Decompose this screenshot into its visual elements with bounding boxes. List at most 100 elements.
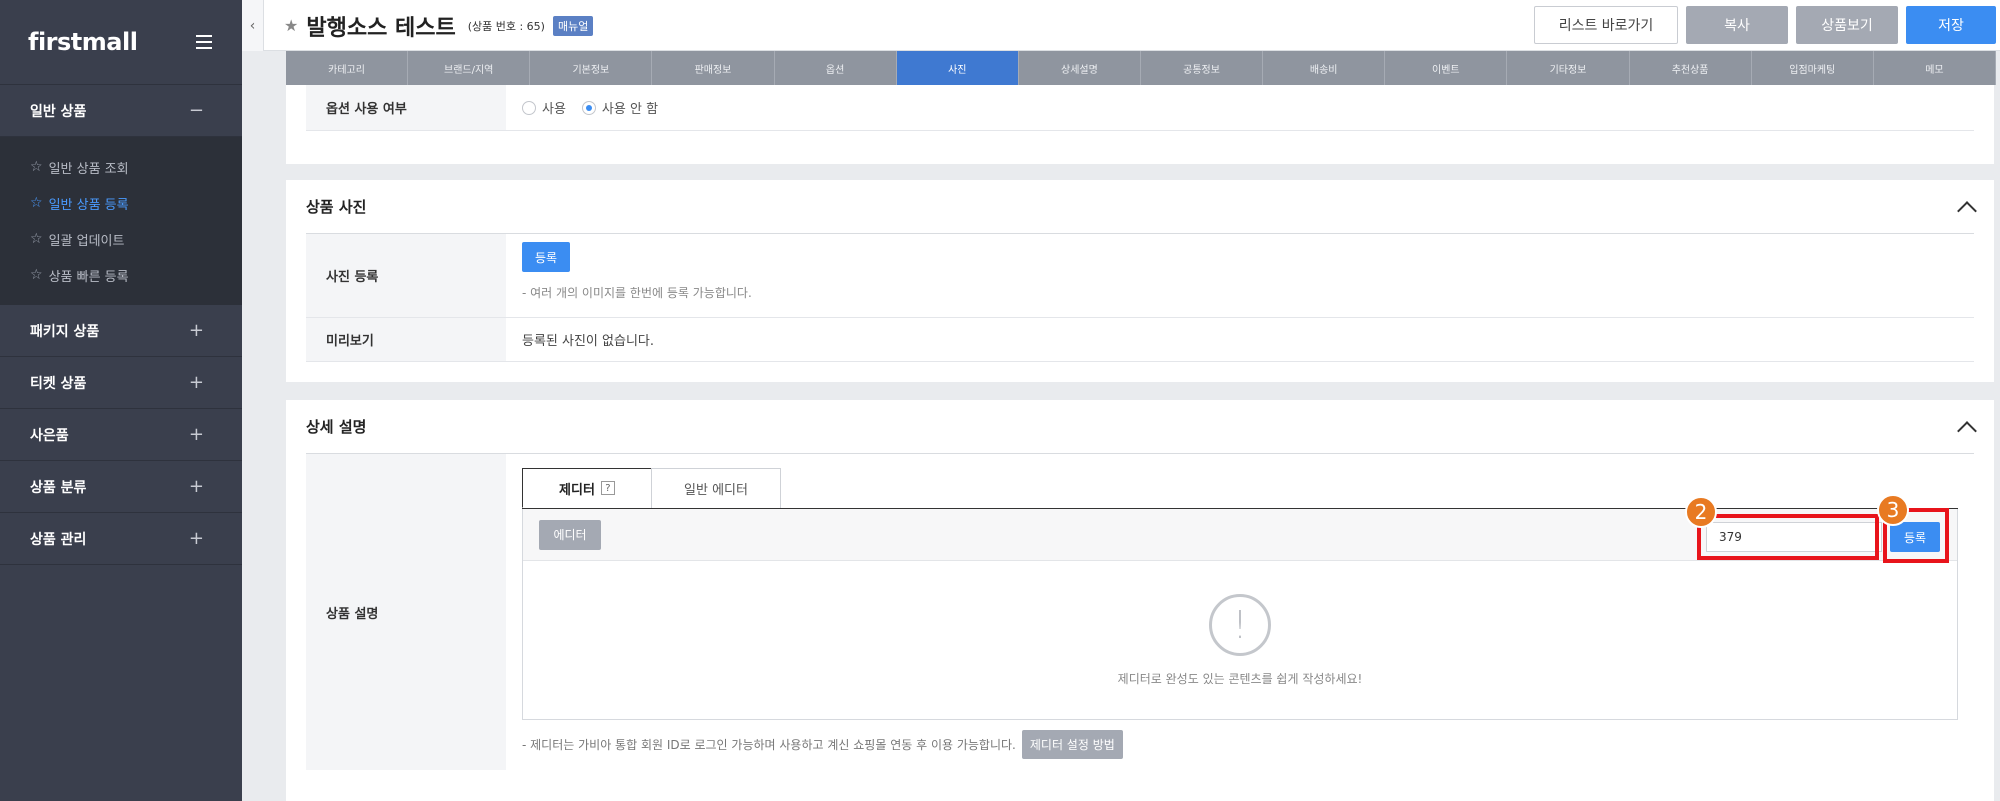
header: ‹ ★ 발행소스 테스트 (상품 번호 : 65) 매뉴얼 리스트 바로가기 복… [242,0,2000,51]
sidebar: firstmall 일반 상품 − ☆ 일반 상품 조회 ☆ 일반 상품 등록 … [0,0,242,801]
manual-badge[interactable]: 매뉴얼 [552,15,594,36]
sidebar-section-label: 일반 상품 [30,103,87,120]
section-tabs: 카테고리 브랜드/지역 기본정보 판매정보 옵션 사진 상세설명 공통정보 배송… [286,51,1996,85]
panel-title: 상세 설명 [306,418,367,436]
expand-icon[interactable]: + [189,528,204,549]
tab-recommend[interactable]: 추천상품 [1630,51,1752,85]
sidebar-item-label: 일괄 업데이트 [48,233,125,249]
radio-use[interactable]: 사용 [522,98,566,117]
editor-button[interactable]: 에디터 [539,519,601,550]
expand-icon[interactable]: + [189,372,204,393]
photo-register-value: 등록 - 여러 개의 이미지를 한번에 등록 가능합니다. [506,234,1974,317]
sidebar-section-gift[interactable]: 사은품 + [0,409,242,461]
tab-basic-info[interactable]: 기본정보 [530,51,653,85]
chevron-left-icon[interactable]: ‹ [242,0,264,51]
sidebar-submenu: ☆ 일반 상품 조회 ☆ 일반 상품 등록 ☆ 일괄 업데이트 ☆ 상품 빠른 … [0,137,242,305]
star-icon: ☆ [30,159,43,175]
sidebar-section-package[interactable]: 패키지 상품 + [0,305,242,357]
editor-guide-button[interactable]: 제디터 설정 방법 [1021,730,1123,759]
editor-body: ! 제디터로 완성도 있는 콘텐츠를 쉽게 작성하세요! [523,561,1957,719]
tab-etc-info[interactable]: 기타정보 [1507,51,1630,85]
radio-label: 사용 안 함 [601,102,659,117]
sidebar-item-bulk-update[interactable]: ☆ 일괄 업데이트 [0,221,242,257]
tab-shipping[interactable]: 배송비 [1263,51,1386,85]
sidebar-section-label: 상품 관리 [30,531,87,548]
sidebar-item-label: 일반 상품 등록 [48,197,129,213]
tab-memo[interactable]: 메모 [1874,51,1996,85]
sidebar-item-product-register[interactable]: ☆ 일반 상품 등록 [0,185,242,221]
tab-marketing[interactable]: 입점마케팅 [1752,51,1874,85]
photo-register-button[interactable]: 등록 [522,242,570,272]
sidebar-item-label: 일반 상품 조회 [48,161,129,177]
save-button[interactable]: 저장 [1906,6,1996,44]
photo-preview-value: 등록된 사진이 없습니다. [522,334,654,349]
tab-detail[interactable]: 상세설명 [1019,51,1141,85]
editor-footnote: - 제디터는 가비아 통합 회원 ID로 로그인 가능하며 사용하고 계신 쇼핑… [522,730,1958,759]
detail-row: 상품 설명 제디터 ? 일반 에디터 에디터 ! 제디터로 완성도 있는 콘텐츠… [306,454,1974,770]
photo-panel: 상품 사진 사진 등록 등록 - 여러 개의 이미지를 한번에 등록 가능합니다… [286,180,1994,382]
tab-sales-info[interactable]: 판매정보 [652,51,775,85]
radio-label: 사용 [542,102,566,117]
view-product-button[interactable]: 상품보기 [1796,6,1898,44]
tab-common-info[interactable]: 공통정보 [1141,51,1264,85]
step-badge-2: 2 [1685,496,1717,528]
expand-icon[interactable]: + [189,476,204,497]
star-icon: ☆ [30,231,43,247]
page-title: 발행소스 테스트 [306,15,456,41]
photo-preview-label: 미리보기 [306,318,506,361]
step-badge-3: 3 [1877,494,1909,526]
star-icon: ☆ [30,195,43,211]
tab-category[interactable]: 카테고리 [286,51,409,85]
radio-no-use[interactable]: 사용 안 함 [581,98,659,117]
copy-button[interactable]: 복사 [1686,6,1788,44]
sidebar-section-label: 상품 분류 [30,479,87,496]
expand-icon[interactable]: + [189,320,204,341]
detail-row-value: 제디터 ? 일반 에디터 에디터 ! 제디터로 완성도 있는 콘텐츠를 쉽게 작… [506,454,1974,770]
sidebar-section-ticket[interactable]: 티켓 상품 + [0,357,242,409]
option-panel: 옵션 사용 여부 사용 사용 안 함 [286,85,1994,164]
logo[interactable]: firstmall [28,28,138,56]
tab-zeditor[interactable]: 제디터 ? [522,468,652,508]
sidebar-section-category[interactable]: 상품 분류 + [0,461,242,513]
radio-circle[interactable] [522,100,536,115]
tab-event[interactable]: 이벤트 [1385,51,1508,85]
highlight-box-2 [1697,514,1879,560]
sidebar-section-manage[interactable]: 상품 관리 + [0,513,242,565]
editor-tabs: 제디터 ? 일반 에디터 [522,468,1958,509]
sidebar-header: firstmall [0,0,242,85]
help-icon[interactable]: ? [600,481,615,495]
chevron-up-icon[interactable] [1957,200,1977,221]
sidebar-item-quick-register[interactable]: ☆ 상품 빠른 등록 [0,257,242,293]
expand-icon[interactable]: + [189,424,204,445]
product-number: (상품 번호 : 65) [467,19,545,33]
editor-footnote-text: - 제디터는 가비아 통합 회원 ID로 로그인 가능하며 사용하고 계신 쇼핑… [522,738,1016,752]
sidebar-section-general[interactable]: 일반 상품 − [0,85,242,137]
detail-panel-header: 상세 설명 [306,400,1977,454]
tab-option[interactable]: 옵션 [775,51,897,85]
tab-brand[interactable]: 브랜드/지역 [408,51,531,85]
photo-register-row: 사진 등록 등록 - 여러 개의 이미지를 한번에 등록 가능합니다. [306,234,1974,318]
option-row: 옵션 사용 여부 사용 사용 안 함 [306,85,1974,131]
exclamation-icon: ! [1209,593,1271,656]
list-shortcut-button[interactable]: 리스트 바로가기 [1534,6,1678,44]
chevron-up-icon[interactable] [1957,420,1977,441]
sidebar-section-label: 패키지 상품 [30,323,100,340]
option-value: 사용 사용 안 함 [506,85,1974,130]
detail-panel: 상세 설명 상품 설명 제디터 ? 일반 에디터 에디터 ! 제디터로 완성도 … [286,400,1994,801]
detail-row-label: 상품 설명 [306,454,506,770]
collapse-icon[interactable]: − [189,100,204,121]
star-icon: ☆ [30,267,43,283]
radio-circle-checked[interactable] [581,100,596,115]
star-icon[interactable]: ★ [284,16,298,35]
tab-general-editor[interactable]: 일반 에디터 [651,468,781,508]
main-content: 옵션 사용 여부 사용 사용 안 함 상품 사진 사진 등록 등록 - 여러 개… [242,85,2000,801]
photo-register-note: - 여러 개의 이미지를 한번에 등록 가능합니다. [522,286,752,300]
panel-title: 상품 사진 [306,198,367,216]
sidebar-item-label: 상품 빠른 등록 [48,269,129,285]
header-actions: 리스트 바로가기 복사 상품보기 저장 [1534,6,1996,44]
tab-label: 제디터 [559,482,595,498]
photo-register-label: 사진 등록 [306,234,506,317]
tab-photo[interactable]: 사진 [896,51,1019,85]
menu-icon[interactable] [196,35,212,49]
sidebar-item-product-list[interactable]: ☆ 일반 상품 조회 [0,149,242,185]
